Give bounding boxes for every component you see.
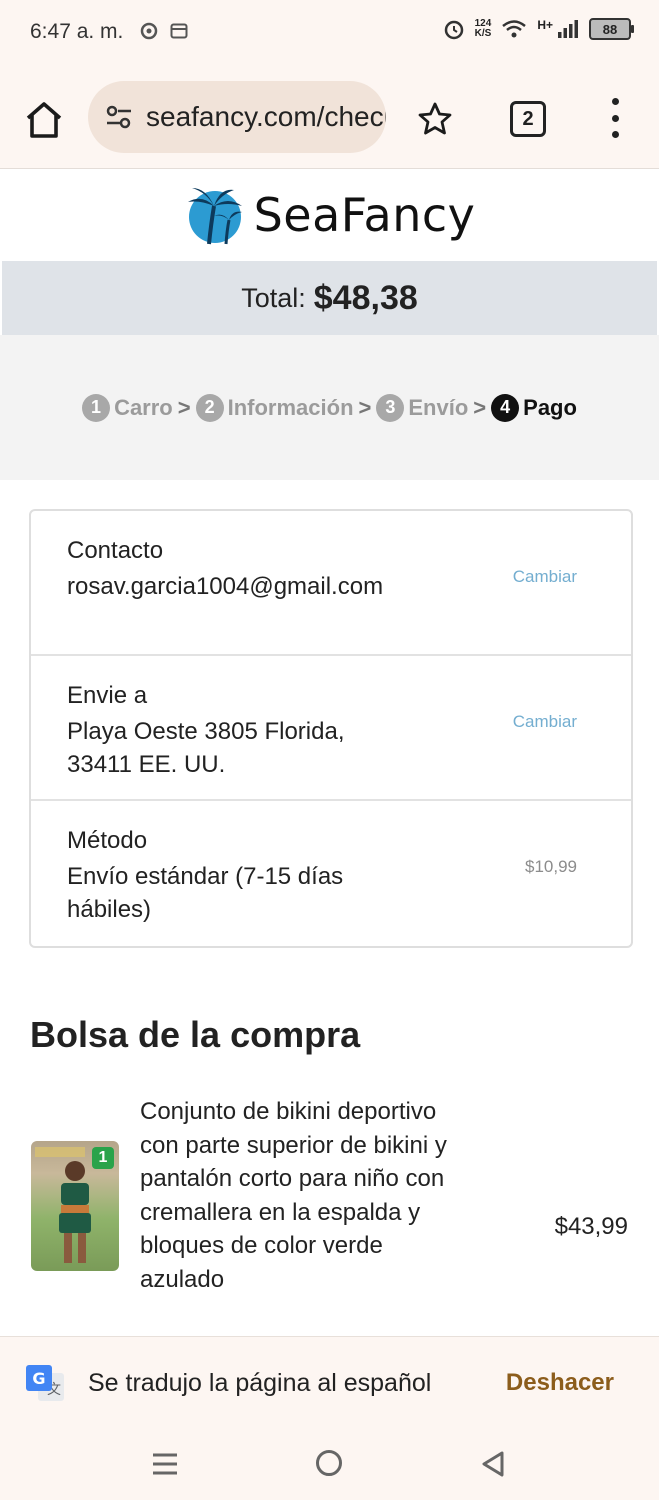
step-separator: > [473,394,487,420]
brand-name: SeaFancy [253,188,476,242]
back-nav-icon[interactable] [480,1450,506,1478]
address-bar[interactable]: seafancy.com/checkout [88,81,386,153]
order-total-bar: Total: $48,38 [2,261,657,335]
product-price: $43,99 [554,1213,628,1240]
method-label: Método [67,827,148,854]
change-address-link[interactable]: Cambiar [513,712,577,732]
url-text[interactable]: seafancy.com/checkout [146,101,386,133]
bookmark-star-icon[interactable] [416,100,454,138]
status-time: 6:47 a. m. [30,20,124,43]
translate-message: Se tradujo la página al español [88,1369,432,1397]
checkout-steps: 1 Carro > 2 Información > 3 Envío > 4 Pago [0,335,659,480]
total-amount: $48,38 [313,278,418,317]
change-contact-link[interactable]: Cambiar [513,567,577,587]
step-payment: 4 Pago [491,393,577,422]
contact-value: rosav.garcia1004@gmail.com [67,573,384,600]
tab-switcher-button[interactable]: 2 [510,101,546,137]
shipping-method-row: Método Envío estándar (7-15 días hábiles… [31,801,631,946]
network-type: H+ [537,18,553,32]
ship-to-label: Envie a [67,682,148,709]
calendar-notification-icon [170,23,188,39]
translate-bar: 文 G Se tradujo la página al español Desh… [0,1336,659,1431]
home-icon[interactable] [22,98,66,142]
undo-translation-button[interactable]: Deshacer [506,1369,614,1397]
google-translate-icon: 文 G [26,1365,64,1401]
network-speed: 124 K/S [474,18,492,39]
site-logo[interactable]: SeaFancy [0,169,659,261]
palm-tree-logo-icon [187,188,242,245]
bag-title: Bolsa de la compra [30,1014,361,1055]
recent-apps-icon[interactable] [152,1452,178,1476]
battery-icon: 88 [589,18,634,40]
browser-toolbar: seafancy.com/checkout 2 [0,68,659,169]
method-value: Envío estándar (7-15 días hábiles) [67,863,344,923]
signal-icon [558,20,578,38]
ship-to-row: Envie a Playa Oeste 3805 Florida, 33411 … [31,656,631,801]
product-name: Conjunto de bikini deportivo con parte s… [140,1098,447,1293]
status-bar: 6:47 a. m. 124 K/S H+ 88 [0,0,659,68]
step-cart[interactable]: 1 Carro [82,393,173,422]
chrome-notification-icon [140,22,158,40]
bag-item: 1 Conjunto de bikini deportivo con parte… [30,1095,630,1340]
svg-text:G: G [32,1369,45,1388]
wifi-icon [502,20,527,38]
quantity-badge: 1 [92,1147,114,1169]
step-information[interactable]: 2 Información [195,393,354,422]
step-separator: > [177,394,191,420]
total-label: Total: [241,282,306,313]
alarm-icon [444,20,463,40]
shipping-price: $10,99 [525,857,577,876]
site-settings-icon[interactable] [104,102,134,132]
home-nav-icon[interactable] [316,1450,342,1476]
system-nav-bar [0,1430,659,1500]
checkout-summary-card: Contacto rosav.garcia1004@gmail.com Camb… [29,509,633,948]
browser-menu-icon[interactable] [600,98,630,138]
contact-label: Contacto [67,537,164,564]
ship-to-value: Playa Oeste 3805 Florida, 33411 EE. UU. [67,718,345,778]
contact-row: Contacto rosav.garcia1004@gmail.com Camb… [31,511,631,656]
step-shipping[interactable]: 3 Envío [376,393,468,422]
step-separator: > [358,394,372,420]
